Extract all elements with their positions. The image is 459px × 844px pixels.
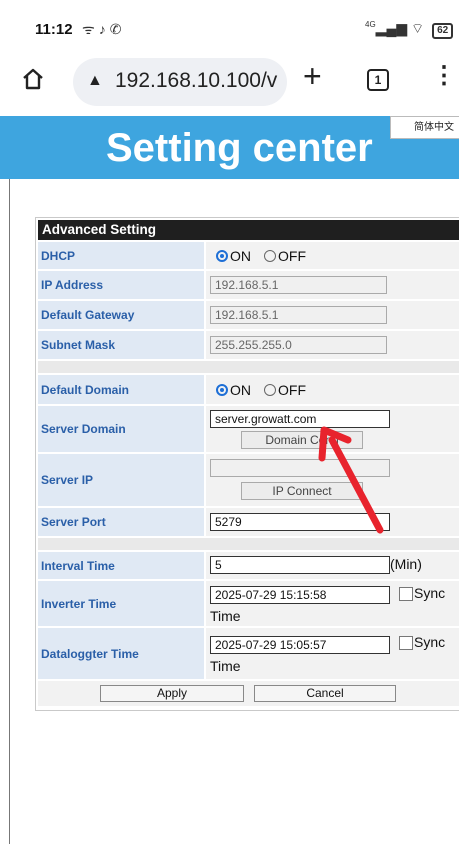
tiktok-icon: ♪ xyxy=(98,21,110,37)
inverter-time-input[interactable]: 2025-07-29 15:15:58 xyxy=(210,586,390,604)
dhcp-off-radio[interactable]: OFF xyxy=(264,248,306,264)
home-icon[interactable] xyxy=(22,68,44,95)
datalogger-time-label: Dataloggter Time xyxy=(38,628,204,679)
default-gateway-input[interactable]: 192.168.5.1 xyxy=(210,306,387,324)
subnet-mask-input[interactable]: 255.255.255.0 xyxy=(210,336,387,354)
dhcp-on-radio[interactable]: ON xyxy=(216,248,251,264)
interval-time-input[interactable]: 5 xyxy=(210,556,390,574)
battery-icon: 62 xyxy=(432,23,454,39)
browser-toolbar: ▲ 192.168.10.100/v + 1 ⋮ xyxy=(0,52,459,112)
domain-off-radio[interactable]: OFF xyxy=(264,382,306,398)
datalogger-time-input[interactable]: 2025-07-29 15:05:57 xyxy=(210,636,390,654)
interval-time-row: Interval Time 5 (Min) xyxy=(38,552,459,579)
dhcp-label: DHCP xyxy=(38,242,204,269)
status-time: 11:12 xyxy=(35,21,73,38)
inverter-sync-label: Sync xyxy=(414,585,446,601)
default-gateway-row: Default Gateway 192.168.5.1 xyxy=(38,301,459,329)
datalogger-sync-label: Sync xyxy=(414,634,446,650)
wifi-icon: ⌔ xyxy=(411,20,425,36)
interval-time-label: Interval Time xyxy=(38,552,204,579)
status-bar: 11:12 ᯤ♪✆ 4G▂▄▆ ⌔ 62 xyxy=(0,0,459,52)
inverter-time-label: Inverter Time xyxy=(38,581,204,626)
ip-address-input[interactable]: 192.168.5.1 xyxy=(210,276,387,294)
ip-address-label: IP Address xyxy=(38,271,204,299)
apply-button[interactable]: Apply xyxy=(100,685,244,702)
domain-on-radio[interactable]: ON xyxy=(216,382,251,398)
default-domain-label: Default Domain xyxy=(38,375,204,404)
system-icons: 4G▂▄▆ ⌔ 62 xyxy=(365,20,454,39)
subnet-mask-row: Subnet Mask 255.255.255.0 xyxy=(38,331,459,359)
spacer-row xyxy=(38,361,459,373)
datalogger-sync-time-label: Time xyxy=(210,658,241,674)
header-banner: Setting center 简体中文 xyxy=(0,116,459,179)
panel-header: Advanced Setting xyxy=(38,220,459,240)
language-button[interactable]: 简体中文 xyxy=(390,116,459,139)
url-text: 192.168.10.100/v xyxy=(115,69,278,92)
more-menu-icon[interactable]: ⋮ xyxy=(432,64,456,88)
inverter-sync-time-label: Time xyxy=(210,608,241,624)
page-title: Setting center xyxy=(106,126,373,170)
cell-signal-icon: ▂▄▆ xyxy=(375,20,408,36)
datalogger-time-row: Dataloggter Time 2025-07-29 15:05:57 Syn… xyxy=(38,628,459,679)
not-secure-warning-icon[interactable]: ▲ xyxy=(87,72,103,90)
page-frame-edge xyxy=(9,179,10,844)
wifi-calling-icon: ᯤ xyxy=(82,21,99,37)
address-bar[interactable]: ▲ 192.168.10.100/v xyxy=(73,58,287,106)
whatsapp-icon: ✆ xyxy=(109,21,126,37)
server-port-label: Server Port xyxy=(38,508,204,536)
cancel-button[interactable]: Cancel xyxy=(254,685,396,702)
tab-switcher-button[interactable]: 1 xyxy=(367,69,389,91)
notification-icons: ᯤ♪✆ xyxy=(82,20,126,39)
server-domain-label: Server Domain xyxy=(38,406,204,452)
ip-address-row: IP Address 192.168.5.1 xyxy=(38,271,459,299)
inverter-sync-checkbox[interactable] xyxy=(399,587,413,601)
inverter-time-row: Inverter Time 2025-07-29 15:15:58 Sync T… xyxy=(38,581,459,626)
annotation-arrow-icon xyxy=(318,426,384,534)
signal-icon: 4G xyxy=(365,20,376,29)
default-gateway-label: Default Gateway xyxy=(38,301,204,329)
interval-unit: (Min) xyxy=(390,556,422,572)
action-row: Apply Cancel xyxy=(38,681,459,706)
subnet-mask-label: Subnet Mask xyxy=(38,331,204,359)
default-domain-row: Default Domain ON OFF xyxy=(38,375,459,404)
spacer-row xyxy=(38,538,459,550)
new-tab-icon[interactable]: + xyxy=(303,60,322,92)
dhcp-row: DHCP ON OFF xyxy=(38,242,459,269)
datalogger-sync-checkbox[interactable] xyxy=(399,636,413,650)
server-ip-label: Server IP xyxy=(38,454,204,506)
